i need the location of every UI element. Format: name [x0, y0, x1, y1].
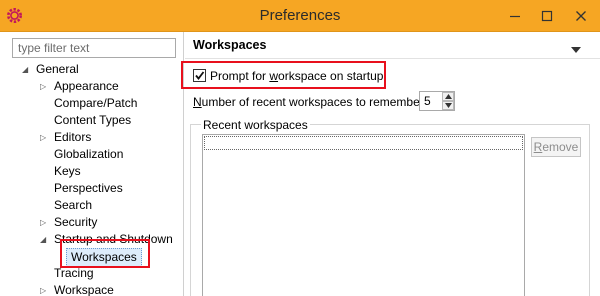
recent-workspaces-count-label: Number of recent workspaces to remember:: [193, 94, 427, 110]
recent-workspaces-count-spinner[interactable]: 5: [419, 91, 455, 111]
collapsed-twisty-icon[interactable]: ▷: [40, 214, 50, 231]
tree-item-label: Appearance: [54, 79, 119, 93]
collapsed-twisty-icon[interactable]: ▷: [40, 129, 50, 146]
close-icon: [576, 11, 586, 21]
tree-item-label: Startup and Shutdown: [54, 232, 173, 246]
view-menu-button[interactable]: [571, 42, 581, 56]
minimize-icon: [510, 15, 520, 18]
tree-item-label: Editors: [54, 130, 92, 144]
tree-item-label: Keys: [54, 164, 81, 178]
tree-item-label: Search: [54, 198, 93, 212]
label-text: umber of recent workspaces to remember:: [201, 95, 428, 109]
mnemonic-letter: R: [533, 140, 543, 154]
title-bar: Preferences: [0, 0, 600, 32]
mnemonic-letter: N: [193, 95, 202, 109]
maximize-icon: [541, 10, 553, 22]
arrow-up-icon: [445, 94, 452, 99]
expanded-twisty-icon[interactable]: ◢: [40, 231, 50, 248]
preference-page: Workspaces Prompt for workspace on start…: [185, 32, 600, 296]
minimize-button[interactable]: [500, 0, 530, 32]
page-header: Workspaces: [185, 32, 600, 59]
page-title: Workspaces: [193, 38, 267, 52]
tree-item-label: Globalization: [54, 147, 124, 161]
list-focus-row[interactable]: [204, 136, 523, 150]
tree-item-label: Tracing: [54, 266, 94, 280]
prompt-workspace-checkbox[interactable]: [193, 69, 206, 82]
tree-item-label: Workspace: [54, 283, 114, 296]
filter-input[interactable]: [12, 38, 176, 58]
preferences-tree-panel: ◢ General ▷ Appearance Compare/Patch Con…: [0, 32, 184, 296]
spinner-up-button[interactable]: [442, 92, 454, 101]
tree-item-label: Content Types: [54, 113, 132, 127]
close-button[interactable]: [566, 0, 596, 32]
prompt-workspace-label: Prompt for workspace on startup: [210, 68, 383, 84]
tree-item-label: Perspectives: [54, 181, 123, 195]
arrow-down-icon: [445, 103, 452, 108]
label-text: emove: [542, 140, 579, 154]
spinner-down-button[interactable]: [442, 101, 454, 110]
tree-item-label: Security: [54, 215, 98, 229]
recent-workspaces-group: Recent workspaces Remove: [190, 117, 590, 296]
collapsed-twisty-icon[interactable]: ▷: [40, 78, 50, 95]
recent-workspaces-list[interactable]: [202, 134, 525, 296]
group-label: Recent workspaces: [201, 117, 310, 133]
label-text: Prompt for: [210, 69, 270, 83]
remove-button[interactable]: Remove: [531, 137, 581, 157]
mnemonic-letter: w: [269, 69, 279, 83]
maximize-button[interactable]: [532, 0, 562, 32]
tree-item-label: General: [36, 62, 79, 76]
checkmark-icon: [195, 71, 205, 80]
spinner-value[interactable]: 5: [424, 94, 431, 108]
collapsed-twisty-icon[interactable]: ▷: [40, 282, 50, 296]
label-text: orkspace on startup: [278, 69, 384, 83]
triangle-down-icon: [571, 47, 581, 53]
expanded-twisty-icon[interactable]: ◢: [22, 61, 32, 78]
tree-item-label: Compare/Patch: [54, 96, 138, 110]
